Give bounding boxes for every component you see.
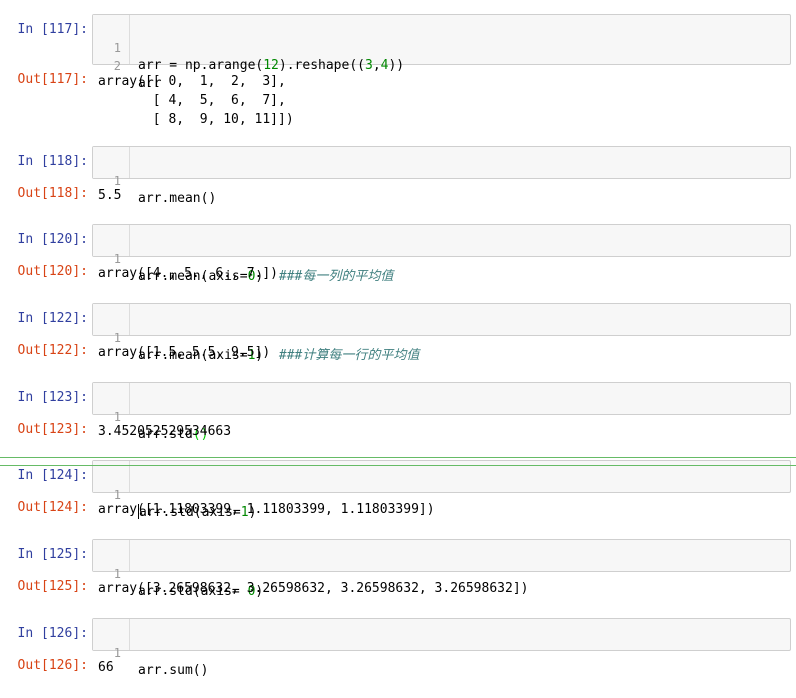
code-comment: ###每一列的平均值	[278, 269, 394, 284]
cell-output: array([3.26598632, 3.26598632, 3.2659863…	[98, 581, 529, 596]
output-prompt: Out[123]:	[17, 422, 88, 437]
input-prompt: In [126]:	[17, 626, 88, 641]
cell-output: array([1.11803399, 1.11803399, 1.1180339…	[98, 502, 435, 517]
output-prompt: Out[125]:	[17, 579, 88, 594]
code-editor[interactable]: 1 arr.std(axis=1)	[92, 460, 791, 520]
code-comment: ###计算每一行的平均值	[278, 348, 420, 363]
input-prompt: In [124]:	[17, 468, 88, 483]
input-prompt: In [120]:	[17, 232, 88, 247]
input-prompt: In [122]:	[17, 311, 88, 326]
cell-output: 3.452052529534663	[98, 424, 232, 439]
output-prompt: Out[118]:	[17, 186, 88, 201]
input-prompt: In [117]:	[17, 22, 88, 37]
output-prompt: Out[124]:	[17, 500, 88, 515]
code-editor[interactable]: 1 arr.std()	[92, 382, 791, 442]
input-prompt: In [118]:	[17, 154, 88, 169]
code-editor[interactable]: 1 arr = np.arange(12).reshape((3,4)) 2 a…	[92, 14, 791, 91]
code-editor[interactable]: 1 arr.sum()	[92, 618, 791, 678]
cell-output: array([1.5, 5.5, 9.5])	[98, 345, 271, 360]
output-prompt: Out[122]:	[17, 343, 88, 358]
cell-output: 5.5	[98, 188, 122, 203]
cell-output: 66	[98, 660, 114, 675]
output-prompt: Out[117]:	[17, 72, 88, 87]
code-line: arr.mean()	[138, 191, 217, 206]
cell-output: array([4., 5., 6., 7.])	[98, 266, 279, 281]
code-line: arr.sum()	[138, 663, 209, 678]
code-editor[interactable]: 1 arr.mean()	[92, 146, 791, 206]
code-editor[interactable]: 1 arr.mean(axis=0) ###每一列的平均值	[92, 224, 791, 284]
code-editor[interactable]: 1 arr.std(axis= 0)	[92, 539, 791, 599]
input-prompt: In [123]:	[17, 390, 88, 405]
output-prompt: Out[126]:	[17, 658, 88, 673]
code-editor[interactable]: 1 arr.mean(axis=1) ###计算每一行的平均值	[92, 303, 791, 363]
input-prompt: In [125]:	[17, 547, 88, 562]
cell-output: array([[ 0, 1, 2, 3], [ 4, 5, 6, 7], [ 8…	[98, 74, 294, 127]
output-prompt: Out[120]:	[17, 264, 88, 279]
